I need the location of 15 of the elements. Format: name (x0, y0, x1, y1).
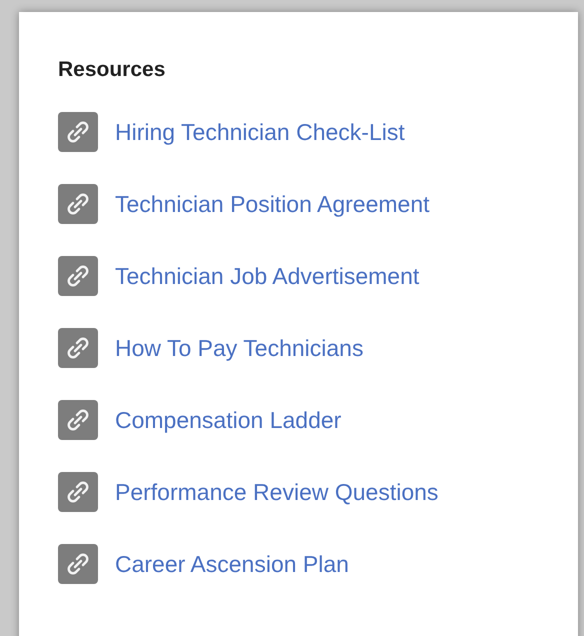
resource-link[interactable]: Technician Position Agreement (115, 190, 430, 218)
resource-link[interactable]: Hiring Technician Check-List (115, 118, 405, 146)
link-icon (58, 184, 98, 224)
resource-link[interactable]: Technician Job Advertisement (115, 262, 420, 290)
section-title: Resources (58, 58, 166, 82)
link-icon (58, 112, 98, 152)
resource-link[interactable]: Compensation Ladder (115, 406, 342, 434)
link-icon (58, 400, 98, 440)
resource-link[interactable]: Career Ascension Plan (115, 550, 349, 578)
link-icon (58, 328, 98, 368)
link-icon (58, 256, 98, 296)
link-icon (58, 544, 98, 584)
resource-link[interactable]: How To Pay Technicians (115, 334, 364, 362)
resource-link[interactable]: Performance Review Questions (115, 478, 438, 506)
link-icon (58, 472, 98, 512)
